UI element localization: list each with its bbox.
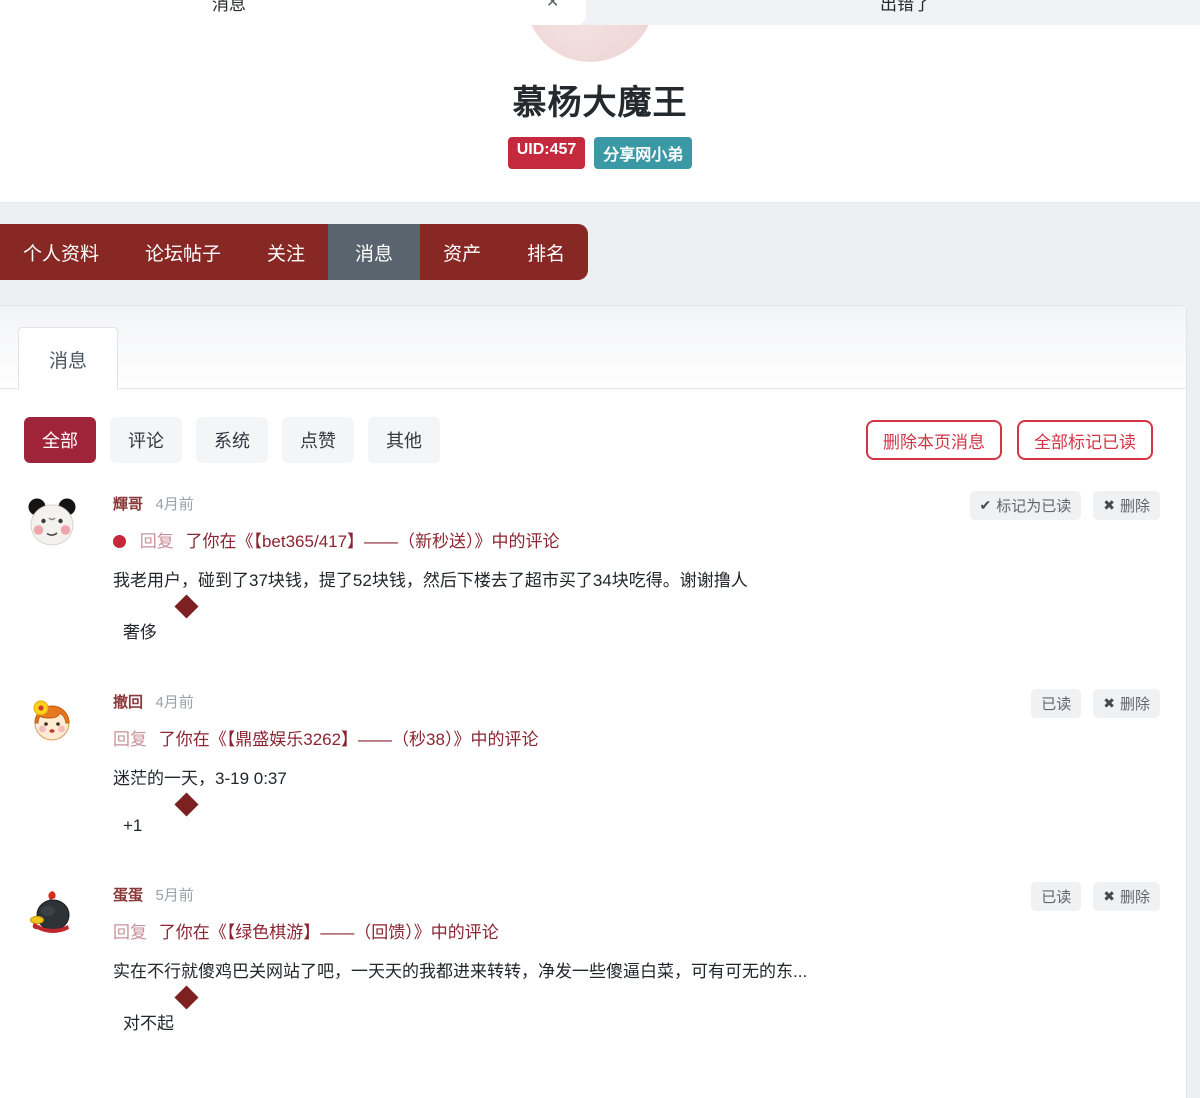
x-icon: ✖ [1103, 888, 1115, 905]
profile-badges: UID:457 分享网小弟 [0, 137, 1200, 169]
delete-label: 删除 [1120, 693, 1150, 714]
nav-item-messages[interactable]: 消息 [328, 224, 420, 280]
message-item: 輝哥 4月前 ✔ 标记为已读 ✖ 删除 回复 了你在《【bet [24, 493, 1186, 643]
message-list: 輝哥 4月前 ✔ 标记为已读 ✖ 删除 回复 了你在《【bet [24, 493, 1186, 1034]
browser-tab-active-label: 消息 [212, 0, 246, 15]
quote-pointer-icon [174, 594, 198, 618]
profile-nav: 个人资料 论坛帖子 关注 消息 资产 排名 [0, 224, 588, 280]
quote-pointer-icon [174, 985, 198, 1009]
delete-label: 删除 [1120, 495, 1150, 516]
quoted-comment: 对不起 [123, 1009, 1186, 1034]
mark-read-label: 标记为已读 [996, 495, 1071, 516]
sender-name[interactable]: 輝哥 [113, 496, 143, 513]
delete-page-messages-button[interactable]: 删除本页消息 [866, 420, 1002, 460]
thread-link[interactable]: 了你在《【bet365/417】——（新秒送）》中的评论 [185, 532, 559, 551]
mark-read-button[interactable]: ✔ 标记为已读 [970, 491, 1082, 520]
profile-username: 慕杨大魔王 [0, 75, 1200, 124]
reply-body: 迷茫的一天，3-19 0:37 [113, 764, 1186, 789]
delete-message-button[interactable]: ✖ 删除 [1093, 689, 1160, 718]
helmet-chick-avatar [28, 889, 76, 937]
reply-body: 我老用户，碰到了37块钱，提了52块钱，然后下楼去了超市买了34块吃得。谢谢撸人 [113, 566, 1186, 591]
messages-card: 消息 全部 评论 系统 点赞 其他 删除本页消息 全部标记已读 [0, 305, 1187, 1098]
browser-tab-active[interactable] [0, 0, 586, 25]
message-actions: 已读 ✖ 删除 [1031, 882, 1160, 911]
quote-pointer-icon [174, 792, 198, 816]
reply-verb: 回复 [140, 532, 174, 551]
sender-name[interactable]: 蛋蛋 [113, 887, 143, 904]
message-item: 撤回 4月前 已读 ✖ 删除 回复 了你在《【鼎盛娱乐3262】——（秒38）》… [24, 691, 1186, 836]
x-icon: ✖ [1103, 497, 1115, 514]
message-header: 撤回 4月前 [113, 691, 1186, 712]
reply-verb: 回复 [113, 730, 147, 749]
tab-messages[interactable]: 消息 [18, 327, 118, 390]
nav-item-follow[interactable]: 关注 [244, 224, 328, 280]
cartoon-girl-avatar [28, 696, 76, 744]
filter-all[interactable]: 全部 [24, 417, 96, 463]
read-status-badge: 已读 [1031, 882, 1081, 911]
nav-item-profile[interactable]: 个人资料 [0, 224, 122, 280]
message-item: 蛋蛋 5月前 已读 ✖ 删除 回复 了你在《【绿色棋游】——（回馈）》中的评论 … [24, 884, 1186, 1034]
reply-verb: 回复 [113, 923, 147, 942]
filter-likes[interactable]: 点赞 [282, 417, 354, 463]
delete-message-button[interactable]: ✖ 删除 [1093, 882, 1160, 911]
uid-badge: UID:457 [508, 137, 586, 169]
role-badge: 分享网小弟 [594, 137, 692, 169]
filter-comments[interactable]: 评论 [110, 417, 182, 463]
message-time: 5月前 [155, 887, 193, 904]
messages-panel: 全部 评论 系统 点赞 其他 删除本页消息 全部标记已读 [0, 389, 1186, 1034]
profile-header: 慕杨大魔王 UID:457 分享网小弟 [0, 25, 1200, 203]
nav-item-ranking[interactable]: 排名 [504, 224, 588, 280]
message-header: 蛋蛋 5月前 [113, 884, 1186, 905]
delete-message-button[interactable]: ✖ 删除 [1093, 491, 1160, 520]
bulk-actions: 删除本页消息 全部标记已读 [866, 420, 1153, 460]
message-filters: 全部 评论 系统 点赞 其他 [24, 417, 440, 463]
mark-all-read-button[interactable]: 全部标记已读 [1017, 420, 1153, 460]
thread-link[interactable]: 了你在《【鼎盛娱乐3262】——（秒38）》中的评论 [159, 730, 539, 749]
nav-item-assets[interactable]: 资产 [420, 224, 504, 280]
tab-close-icon[interactable]: ✕ [546, 0, 559, 12]
message-time: 4月前 [155, 496, 193, 513]
filter-other[interactable]: 其他 [368, 417, 440, 463]
unread-dot-icon [113, 535, 126, 548]
check-icon: ✔ [980, 497, 992, 514]
user-avatar[interactable] [28, 498, 76, 546]
read-status-badge: 已读 [1031, 689, 1081, 718]
sender-name[interactable]: 撤回 [113, 694, 143, 711]
x-icon: ✖ [1103, 695, 1115, 712]
reply-body: 实在不行就傻鸡巴关网站了吧，一天天的我都进来转转，净发一些傻逼白菜，可有可无的东… [113, 957, 1186, 982]
nav-item-forum-posts[interactable]: 论坛帖子 [122, 224, 244, 280]
message-actions: 已读 ✖ 删除 [1031, 689, 1160, 718]
browser-tab-strip: 消息 ✕ 出错了 [0, 0, 1200, 25]
reply-line: 回复 了你在《【鼎盛娱乐3262】——（秒38）》中的评论 [113, 725, 1186, 750]
delete-label: 删除 [1120, 886, 1150, 907]
quoted-comment: 奢侈 [123, 618, 1186, 643]
message-actions: ✔ 标记为已读 ✖ 删除 [970, 491, 1161, 520]
user-avatar[interactable] [28, 696, 76, 744]
reply-line: 回复 了你在《【bet365/417】——（新秒送）》中的评论 [113, 527, 1186, 552]
filter-system[interactable]: 系统 [196, 417, 268, 463]
profile-avatar[interactable] [525, 25, 655, 62]
message-time: 4月前 [155, 694, 193, 711]
user-avatar[interactable] [28, 889, 76, 937]
reply-line: 回复 了你在《【绿色棋游】——（回馈）》中的评论 [113, 918, 1186, 943]
card-tab-bar: 消息 [0, 306, 1186, 389]
browser-tab-other-label[interactable]: 出错了 [880, 0, 931, 15]
panda-meme-avatar [28, 498, 76, 546]
quoted-comment: +1 [123, 816, 1186, 836]
thread-link[interactable]: 了你在《【绿色棋游】——（回馈）》中的评论 [159, 923, 499, 942]
